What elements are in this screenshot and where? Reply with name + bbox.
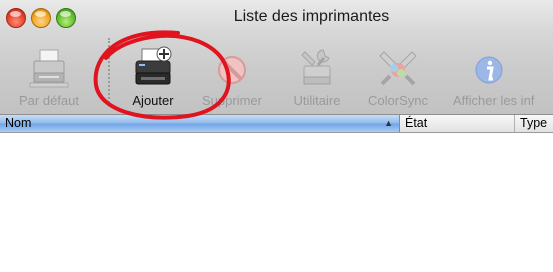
toolbar-utility-label: Utilitaire — [293, 93, 341, 108]
window-chrome: Liste des imprimantes Par défaut Ajouter… — [0, 0, 553, 115]
toolbar-separator — [108, 38, 110, 106]
toolbar-delete-button[interactable]: Supprimer — [193, 46, 271, 108]
toolbar-delete-label: Supprimer — [202, 93, 262, 108]
column-header-nom[interactable]: Nom ▲ — [0, 115, 400, 132]
toolbar-utility-button[interactable]: Utilitaire — [282, 46, 352, 108]
window-title: Liste des imprimantes — [233, 8, 390, 25]
column-header-nom-label: Nom — [5, 116, 32, 130]
printer-default-icon — [29, 49, 69, 88]
column-header-etat-label: État — [405, 116, 428, 130]
table-header: Nom ▲ État Type — [0, 115, 553, 133]
column-header-type[interactable]: Type — [515, 115, 553, 132]
colorsync-icon — [379, 51, 417, 86]
toolbar-default-label: Par défaut — [19, 93, 79, 108]
toolbar-info-label: Afficher les inf — [453, 93, 535, 108]
toolbar-add-button[interactable]: Ajouter — [122, 46, 184, 108]
printer-list-window: Liste des imprimantes Par défaut Ajouter… — [0, 0, 553, 272]
toolbar-colorsync-label: ColorSync — [368, 93, 428, 108]
toolbar-info-button[interactable]: Afficher les inf — [445, 46, 553, 108]
toolbar-add-label: Ajouter — [132, 93, 174, 108]
toolbar-default-button[interactable]: Par défaut — [6, 46, 92, 108]
info-icon — [475, 56, 503, 84]
column-header-type-label: Type — [520, 116, 548, 130]
delete-icon — [218, 56, 246, 84]
sort-ascending-icon: ▲ — [384, 118, 393, 128]
printer-list[interactable] — [0, 133, 553, 272]
column-header-etat[interactable]: État — [400, 115, 515, 132]
printer-add-icon — [135, 46, 172, 85]
tools-icon — [301, 49, 331, 85]
toolbar-colorsync-button[interactable]: ColorSync — [360, 46, 436, 108]
